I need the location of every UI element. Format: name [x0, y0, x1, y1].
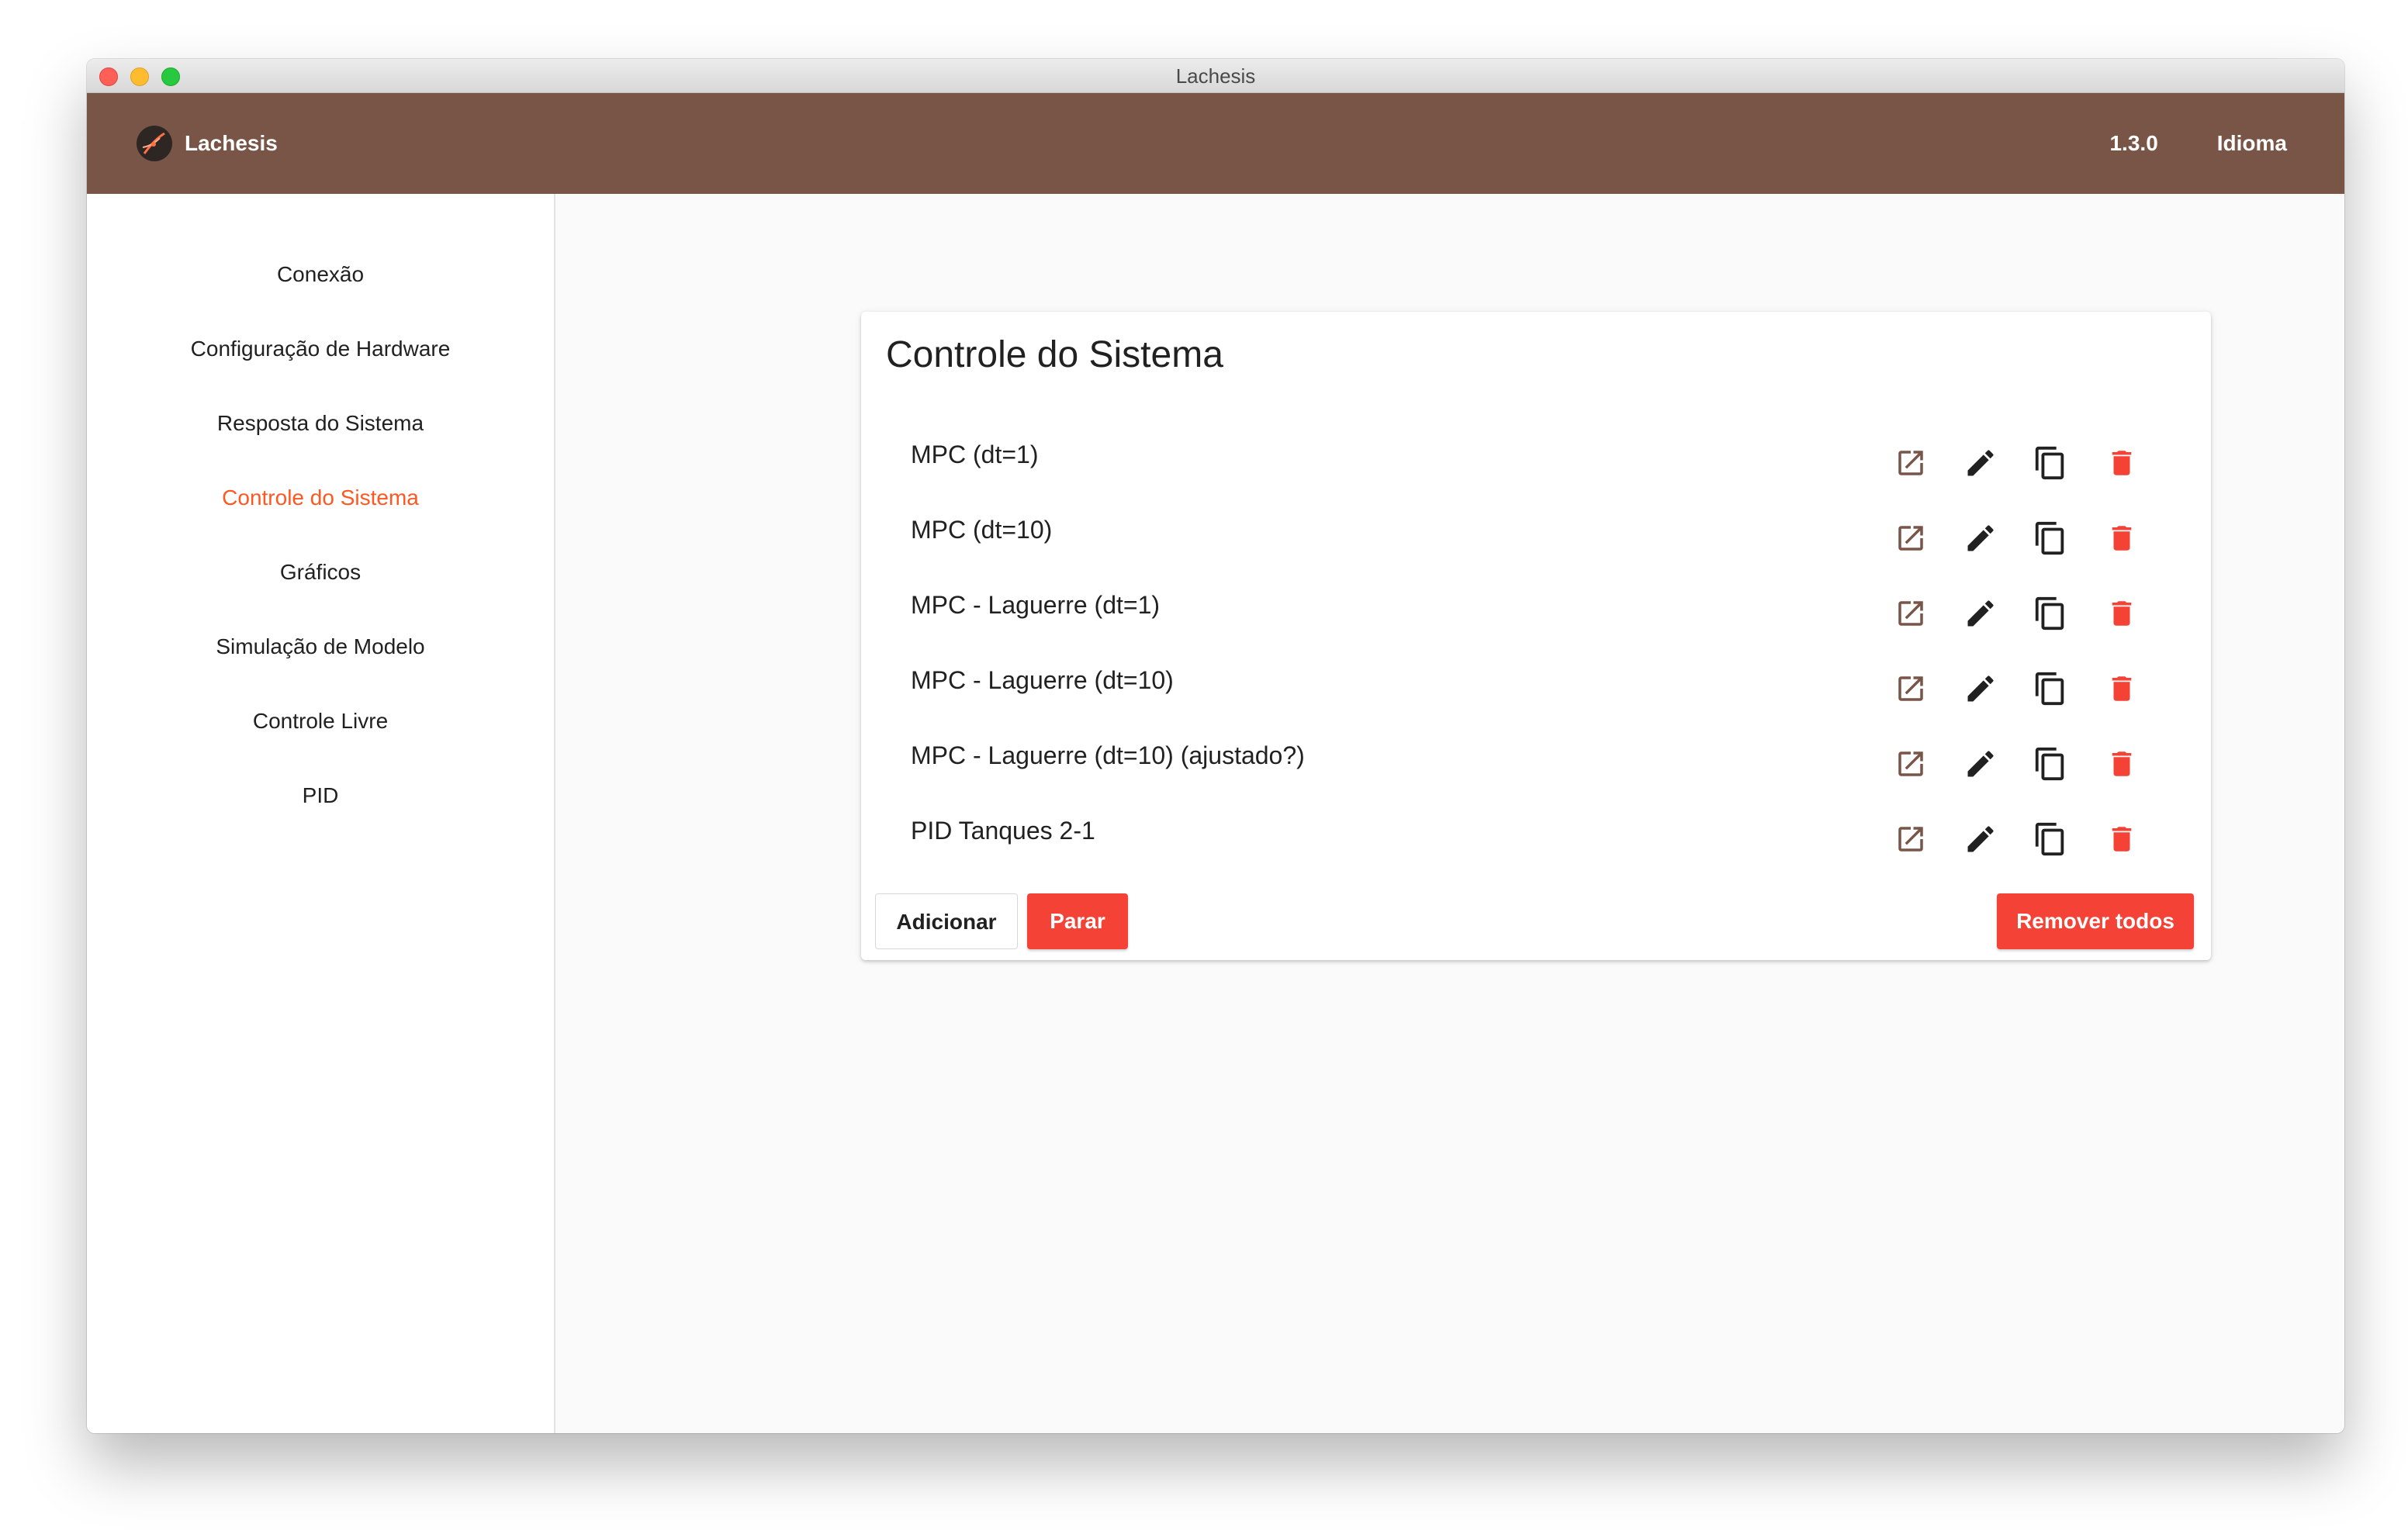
open-in-new-icon[interactable] — [1891, 745, 1930, 783]
copy-icon[interactable] — [2031, 594, 2070, 633]
copy-icon[interactable] — [2031, 669, 2070, 708]
edit-pencil-icon[interactable] — [1961, 669, 2000, 708]
open-in-new-icon[interactable] — [1891, 820, 1930, 859]
sidebar-item-pid[interactable]: PID — [87, 774, 554, 817]
app-bar: Lachesis 1.3.0 Idioma — [87, 93, 2344, 194]
brand-name: Lachesis — [185, 131, 278, 155]
open-in-new-icon[interactable] — [1891, 594, 1930, 633]
controller-name: MPC - Laguerre (dt=10) (ajustado?) — [911, 741, 1305, 769]
copy-icon[interactable] — [2031, 820, 2070, 859]
delete-trash-icon[interactable] — [2102, 519, 2141, 558]
stop-button[interactable]: Parar — [1027, 893, 1128, 949]
controller-name: PID Tanques 2-1 — [911, 817, 1095, 845]
brand[interactable]: Lachesis — [137, 124, 278, 163]
edit-pencil-icon[interactable] — [1961, 519, 2000, 558]
controllers-card: Controle do Sistema MPC (dt=1) MPC (dt=1… — [861, 312, 2211, 960]
edit-pencil-icon[interactable] — [1961, 444, 2000, 482]
controller-row: MPC (dt=10) — [861, 500, 2211, 575]
controller-row: PID Tanques 2-1 — [861, 801, 2211, 876]
controller-row: MPC - Laguerre (dt=10) (ajustado?) — [861, 726, 2211, 800]
controller-name: MPC (dt=10) — [911, 516, 1053, 544]
open-in-new-icon[interactable] — [1891, 519, 1930, 558]
copy-icon[interactable] — [2031, 519, 2070, 558]
copy-icon[interactable] — [2031, 444, 2070, 482]
sidebar-item-resposta-sistema[interactable]: Resposta do Sistema — [87, 402, 554, 445]
delete-trash-icon[interactable] — [2102, 820, 2141, 859]
controller-row: MPC - Laguerre (dt=1) — [861, 575, 2211, 650]
sidebar-item-controle-livre[interactable]: Controle Livre — [87, 700, 554, 743]
controller-name: MPC - Laguerre (dt=1) — [911, 591, 1161, 619]
add-button[interactable]: Adicionar — [875, 893, 1018, 949]
version-button[interactable]: 1.3.0 — [2109, 131, 2157, 156]
language-button[interactable]: Idioma — [2217, 131, 2287, 156]
window-titlebar: Lachesis — [87, 59, 2344, 93]
edit-pencil-icon[interactable] — [1961, 594, 2000, 633]
delete-trash-icon[interactable] — [2102, 745, 2141, 783]
sidebar-nav: Conexão Configuração de Hardware Respost… — [87, 194, 555, 1433]
sidebar-item-graficos[interactable]: Gráficos — [87, 551, 554, 594]
window-title: Lachesis — [1175, 64, 1256, 88]
sidebar-item-conexao[interactable]: Conexão — [87, 253, 554, 296]
copy-icon[interactable] — [2031, 745, 2070, 783]
open-in-new-icon[interactable] — [1891, 444, 1930, 482]
delete-trash-icon[interactable] — [2102, 594, 2141, 633]
delete-trash-icon[interactable] — [2102, 669, 2141, 708]
controller-row: MPC (dt=1) — [861, 425, 2211, 499]
appbar-actions: 1.3.0 Idioma — [2109, 124, 2287, 163]
edit-pencil-icon[interactable] — [1961, 820, 2000, 859]
controller-row: MPC - Laguerre (dt=10) — [861, 651, 2211, 725]
page-title: Controle do Sistema — [886, 334, 1223, 375]
delete-trash-icon[interactable] — [2102, 444, 2141, 482]
edit-pencil-icon[interactable] — [1961, 745, 2000, 783]
remove-all-button[interactable]: Remover todos — [1997, 893, 2194, 949]
open-in-new-icon[interactable] — [1891, 669, 1930, 708]
controller-name: MPC - Laguerre (dt=10) — [911, 666, 1174, 694]
controller-name: MPC (dt=1) — [911, 441, 1039, 468]
app-logo-icon — [137, 126, 172, 161]
sidebar-item-controle-sistema[interactable]: Controle do Sistema — [87, 476, 554, 520]
app-window: Lachesis Lachesis 1.3.0 Idioma Conexão C… — [87, 59, 2344, 1433]
sidebar-item-configuracao-hardware[interactable]: Configuração de Hardware — [87, 327, 554, 371]
sidebar-item-simulacao-modelo[interactable]: Simulação de Modelo — [87, 625, 554, 669]
